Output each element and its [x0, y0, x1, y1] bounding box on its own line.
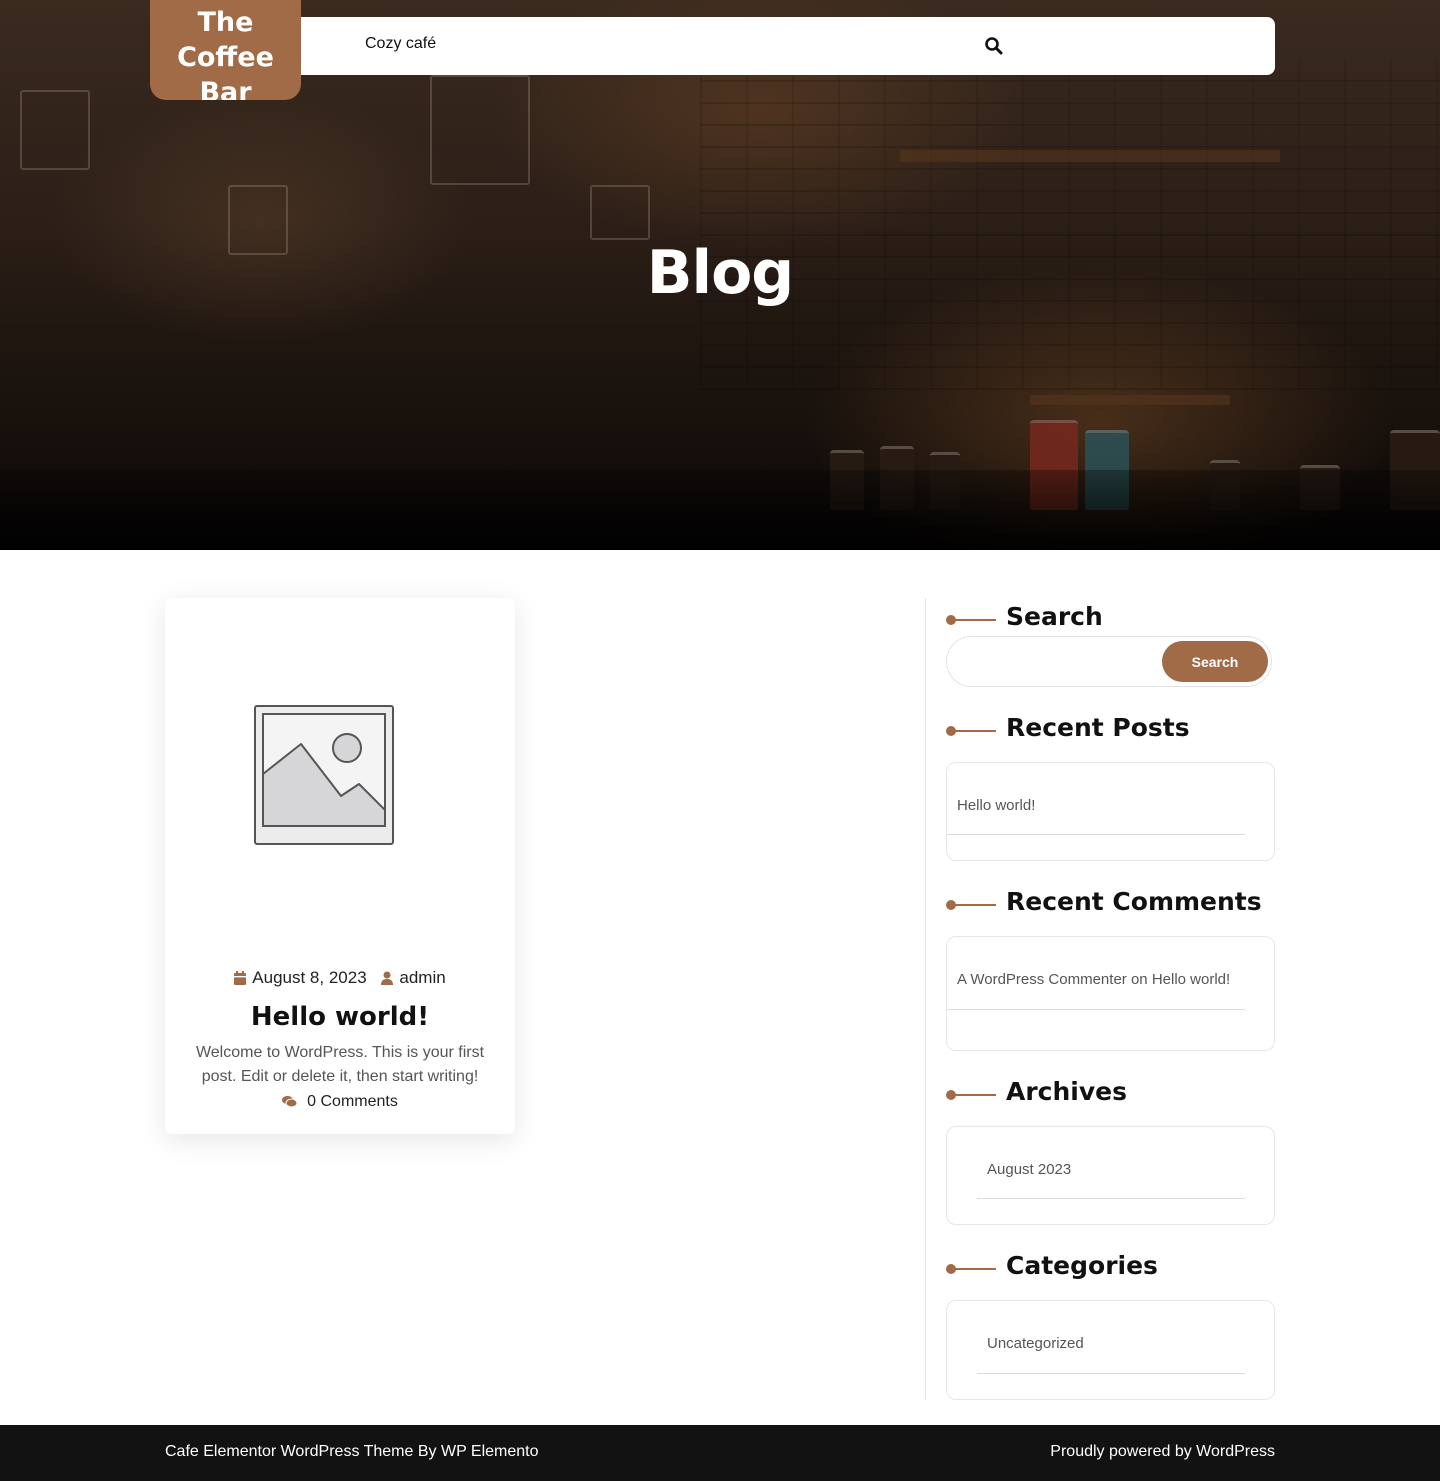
divider [977, 1373, 1245, 1374]
user-icon [381, 970, 394, 990]
recent-post-link[interactable]: Hello world! [957, 797, 1035, 814]
hero-wall-sign [590, 185, 650, 240]
divider [977, 1198, 1245, 1199]
comments-icon [282, 1095, 298, 1113]
widget-title-text: Archives [1006, 1077, 1127, 1106]
post-date[interactable]: August 8, 2023 [252, 968, 366, 987]
category-link[interactable]: Uncategorized [987, 1335, 1084, 1352]
nav-item-cozy-cafe[interactable]: Cozy café [365, 35, 436, 53]
comment-post-link[interactable]: Hello world! [1152, 971, 1230, 988]
post-excerpt: Welcome to WordPress. This is your first… [195, 1044, 485, 1085]
heading-decoration [946, 726, 996, 736]
list-item: Uncategorized [987, 1335, 1084, 1352]
archives-list: August 2023 [946, 1126, 1275, 1225]
widget-title-text: Search [1006, 602, 1103, 631]
divider [947, 834, 1245, 835]
list-item: A WordPress Commenter on Hello world! [957, 971, 1230, 988]
recent-posts-list: Hello world! [946, 762, 1275, 861]
hero-shelf [900, 150, 1280, 162]
categories-list: Uncategorized [946, 1300, 1275, 1400]
heading-decoration [946, 900, 996, 910]
site-logo[interactable]: The Coffee Bar [150, 0, 301, 100]
hero-brick-wall [700, 60, 1440, 390]
page-title: Blog [646, 238, 794, 308]
hero-shelf [1030, 395, 1230, 405]
heading-decoration [946, 1264, 996, 1274]
sidebar-divider [925, 598, 926, 1400]
footer-credit: Cafe Elementor WordPress Theme By WP Ele… [165, 1443, 539, 1460]
heading-decoration [946, 615, 996, 625]
post-title[interactable]: Hello world! [165, 1002, 515, 1032]
hero-wall-sign [430, 75, 530, 185]
comment-author-link[interactable]: A WordPress Commenter [957, 971, 1127, 988]
list-item: Hello world! [957, 797, 1035, 814]
post-comments: 0 Comments [165, 1093, 515, 1113]
comments-link[interactable]: 0 Comments [307, 1093, 398, 1110]
search-icon[interactable] [984, 36, 1004, 56]
post-card: August 8, 2023 admin Hello world! Welcom… [165, 598, 515, 1134]
main-navigation: Cozy café [290, 17, 1275, 75]
divider [947, 1009, 1245, 1010]
footer-powered-link[interactable]: Proudly powered by WordPress [1050, 1443, 1275, 1461]
comment-connector: on [1130, 971, 1148, 988]
sidebar-search-button[interactable]: Search [1162, 641, 1268, 682]
list-item: August 2023 [987, 1161, 1071, 1178]
widget-title-text: Recent Comments [1006, 887, 1262, 916]
sidebar-search-input[interactable] [961, 645, 1151, 678]
post-author[interactable]: admin [399, 968, 445, 987]
hero-counter [0, 470, 1440, 550]
image-placeholder-icon[interactable] [253, 704, 395, 846]
hero-wall-sign [20, 90, 90, 170]
widget-title-text: Recent Posts [1006, 713, 1190, 742]
archive-link[interactable]: August 2023 [987, 1161, 1071, 1178]
heading-decoration [946, 1090, 996, 1100]
site-footer: Cafe Elementor WordPress Theme By WP Ele… [0, 1425, 1440, 1481]
recent-comments-list: A WordPress Commenter on Hello world! [946, 936, 1275, 1051]
sidebar-search-form: Search [946, 636, 1272, 687]
calendar-icon [234, 970, 247, 990]
widget-title-text: Categories [1006, 1251, 1158, 1280]
site-logo-text: The Coffee Bar [177, 7, 274, 100]
post-meta: August 8, 2023 admin [165, 968, 515, 990]
